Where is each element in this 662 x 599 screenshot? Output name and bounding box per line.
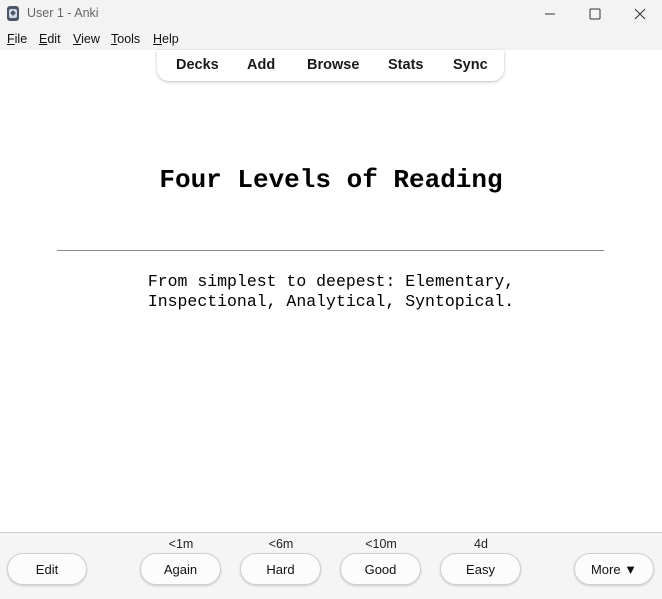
edit-button[interactable]: Edit [7,553,87,585]
menu-help[interactable]: Help [153,32,179,46]
easy-interval: 4d [474,537,488,551]
card-back-line-2: Inspectional, Analytical, Syntopical. [147,292,515,311]
minimize-icon [545,13,555,15]
card-front-text: Four Levels of Reading [159,165,503,195]
menu-edit-label: dit [47,32,61,46]
again-button[interactable]: Again [140,553,221,585]
menu-help-accel: H [153,32,163,46]
maximize-icon [589,8,601,20]
anki-app-icon [7,6,19,21]
close-icon [634,8,646,20]
main-toolbar: Decks Add Browse Stats Sync [157,50,504,81]
menu-bar: File Edit View Tools Help [0,28,662,50]
menu-view-accel: V [73,32,82,46]
title-bar: User 1 - Anki [0,0,662,28]
toolbar-browse[interactable]: Browse [307,57,359,73]
toolbar-add[interactable]: Add [247,57,275,73]
answer-divider [57,250,604,251]
more-button[interactable]: More ▼ [574,553,654,585]
maximize-button[interactable] [572,0,618,28]
toolbar-sync[interactable]: Sync [453,57,488,73]
menu-file[interactable]: File [7,32,27,46]
minimize-button[interactable] [527,0,573,28]
hard-button[interactable]: Hard [240,553,321,585]
card-back-line-1: From simplest to deepest: Elementary, [147,272,515,291]
close-button[interactable] [617,0,662,28]
toolbar-stats[interactable]: Stats [388,57,423,73]
hard-interval: <6m [268,537,294,551]
menu-view[interactable]: View [73,32,100,46]
menu-help-label: elp [162,32,179,46]
toolbar-decks[interactable]: Decks [176,57,219,73]
again-interval: <1m [168,537,194,551]
menu-file-accel: F [7,32,15,46]
card-back-text: From simplest to deepest: Elementary, In… [0,272,662,312]
menu-edit[interactable]: Edit [39,32,61,46]
good-button[interactable]: Good [340,553,421,585]
menu-file-label: ile [14,32,28,46]
easy-button[interactable]: Easy [440,553,521,585]
window-title: User 1 - Anki [27,6,99,20]
good-interval: <10m [365,537,397,551]
reviewer-bottom-bar: Edit <1m Again <6m Hard <10m Good 4d Eas… [0,532,662,599]
anki-window: User 1 - Anki File Edit View Tools Help … [0,0,662,599]
menu-tools-label: ools [117,32,141,46]
menu-view-label: iew [81,32,100,46]
menu-tools[interactable]: Tools [111,32,140,46]
